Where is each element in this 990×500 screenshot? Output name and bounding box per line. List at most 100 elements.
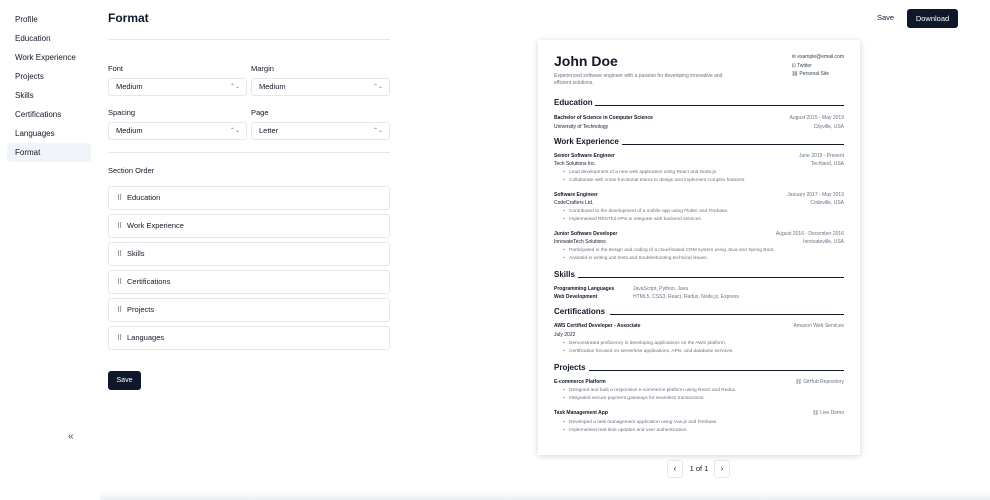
education-location: Cityville, USA (813, 124, 844, 130)
section-order-item-projects[interactable]: ⠿ Projects (108, 298, 390, 322)
sidebar-item-certifications[interactable]: Certifications (7, 105, 91, 124)
job-location: Innovateville, USA (803, 239, 844, 245)
sidebar-nav: Profile Education Work Experience Projec… (7, 10, 91, 162)
next-page-button[interactable]: › (714, 460, 730, 478)
link-icon: ⛓ (791, 71, 798, 77)
resume-section-title: Projects (554, 363, 586, 372)
download-button[interactable]: Download (907, 9, 958, 28)
job-company: CodeCrafters Ltd. (554, 200, 594, 206)
page-label: Page (251, 108, 269, 117)
job-role: Software Engineer (554, 192, 598, 198)
job-bullet: Implemented RESTful APIs to integrate wi… (563, 217, 702, 222)
project-bullet: Designed and built a responsive e-commer… (563, 388, 736, 393)
sidebar-item-languages[interactable]: Languages (7, 124, 91, 143)
resume-site[interactable]: Personal Site (799, 71, 829, 77)
project-link-label: GitHub Repository (803, 379, 844, 385)
resume-name: John Doe (554, 53, 618, 69)
job-bullet: Participated in the design and coding of… (563, 248, 775, 253)
education-dates: August 2015 - May 2019 (789, 115, 844, 121)
certification-bullet: Certification focused on serverless appl… (563, 349, 733, 354)
resume-twitter[interactable]: Twitter (797, 63, 812, 69)
divider (108, 39, 390, 40)
font-label: Font (108, 64, 124, 73)
collapse-sidebar-icon[interactable]: « (68, 431, 74, 442)
select-caret-icon: ⌃⌄ (372, 84, 383, 90)
project-bullet: Developed a task management application … (563, 420, 718, 425)
job-company: Tech Solutions Inc. (554, 161, 596, 167)
sidebar-item-work-experience[interactable]: Work Experience (7, 48, 91, 67)
link-icon: ⛓ (795, 379, 804, 385)
page-select[interactable]: Letter ⌃⌄ (251, 122, 390, 140)
job-location: Techland, USA (810, 161, 844, 167)
project-link[interactable]: ⛓ GitHub Repository (795, 379, 844, 386)
certification-issuer: Amazon Web Services (793, 323, 844, 329)
font-select[interactable]: Medium ⌃⌄ (108, 78, 247, 96)
select-caret-icon: ⌃⌄ (229, 128, 240, 134)
sidebar-item-education[interactable]: Education (7, 29, 91, 48)
sidebar-item-projects[interactable]: Projects (7, 67, 91, 86)
spacing-select[interactable]: Medium ⌃⌄ (108, 122, 247, 140)
project-name: E-commerce Platform (554, 379, 606, 385)
format-save-button[interactable]: Save (108, 371, 141, 390)
section-rule (610, 314, 844, 315)
previous-page-button[interactable]: ‹ (667, 460, 683, 478)
section-order-label: Education (127, 193, 161, 202)
select-caret-icon: ⌃⌄ (372, 128, 383, 134)
resume-preview: John Doe Experienced software engineer w… (538, 40, 860, 455)
resume-email[interactable]: example@email.com (797, 54, 844, 60)
job-company: InnovateTech Solutions (554, 239, 606, 245)
section-rule (622, 144, 844, 145)
drag-handle-icon[interactable]: ⠿ (117, 188, 127, 210)
section-order-item-certifications[interactable]: ⠿ Certifications (108, 270, 390, 294)
twitter-icon: ⊡ (791, 62, 796, 69)
job-dates: June 2019 - Present (798, 153, 844, 159)
drag-handle-icon[interactable]: ⠿ (117, 216, 127, 238)
section-order-title: Section Order (108, 166, 155, 175)
education-degree: Bachelor of Science in Computer Science (554, 115, 653, 121)
margin-select-value: Medium (259, 82, 286, 91)
select-caret-icon: ⌃⌄ (229, 84, 240, 90)
page-select-value: Letter (259, 126, 279, 135)
project-link-label: Live Demo (820, 410, 844, 416)
section-order-item-skills[interactable]: ⠿ Skills (108, 242, 390, 266)
sidebar-item-profile[interactable]: Profile (7, 10, 91, 29)
project-link[interactable]: ⛓ Live Demo (812, 410, 844, 417)
mail-icon: ✉ (791, 54, 796, 60)
page-title: Format (108, 11, 149, 25)
sidebar-item-format[interactable]: Format (7, 143, 91, 162)
resume-section-title: Education (554, 98, 593, 107)
drag-handle-icon[interactable]: ⠿ (117, 272, 127, 294)
job-bullet: Collaborate with cross-functional teams … (563, 178, 745, 183)
certification-bullet: Demonstrated proficiency in developing a… (563, 341, 726, 346)
resume-contact: ✉ example@email.com ⊡ Twitter ⛓ Personal… (792, 53, 844, 79)
section-order-label: Skills (127, 249, 145, 258)
drag-handle-icon[interactable]: ⠿ (117, 328, 127, 350)
section-order-label: Languages (127, 333, 165, 342)
drag-handle-icon[interactable]: ⠿ (117, 300, 127, 322)
certification-name: AWS Certified Developer - Associate (554, 323, 641, 329)
page-indicator: 1 of 1 (689, 464, 709, 473)
job-location: Codeville, USA (810, 200, 844, 206)
resume-section-title: Certifications (554, 307, 606, 316)
section-order-item-education[interactable]: ⠿ Education (108, 186, 390, 210)
project-bullet: Integrated secure payment gateways for s… (563, 396, 705, 401)
section-order-label: Certifications (127, 277, 171, 286)
sidebar-item-skills[interactable]: Skills (7, 86, 91, 105)
section-rule (578, 277, 844, 278)
margin-select[interactable]: Medium ⌃⌄ (251, 78, 390, 96)
spacing-select-value: Medium (116, 126, 143, 135)
project-bullet: Implemented real-time updates and user a… (563, 428, 688, 433)
job-bullet: Lead development of a new web applicatio… (563, 170, 717, 175)
resume-summary: Experienced software engineer with a pas… (554, 73, 723, 86)
section-order-item-languages[interactable]: ⠿ Languages (108, 326, 390, 350)
font-select-value: Medium (116, 82, 143, 91)
link-icon: ⛓ (812, 410, 821, 416)
save-button[interactable]: Save (871, 9, 900, 27)
divider (108, 152, 390, 153)
skill-value: HTML5, CSS3, React, Redux, Node.js, Expr… (633, 294, 739, 300)
margin-label: Margin (251, 64, 274, 73)
section-order-label: Projects (127, 305, 155, 314)
education-school: University of Technology (554, 124, 609, 130)
drag-handle-icon[interactable]: ⠿ (117, 244, 127, 266)
section-order-item-work-experience[interactable]: ⠿ Work Experience (108, 214, 390, 238)
